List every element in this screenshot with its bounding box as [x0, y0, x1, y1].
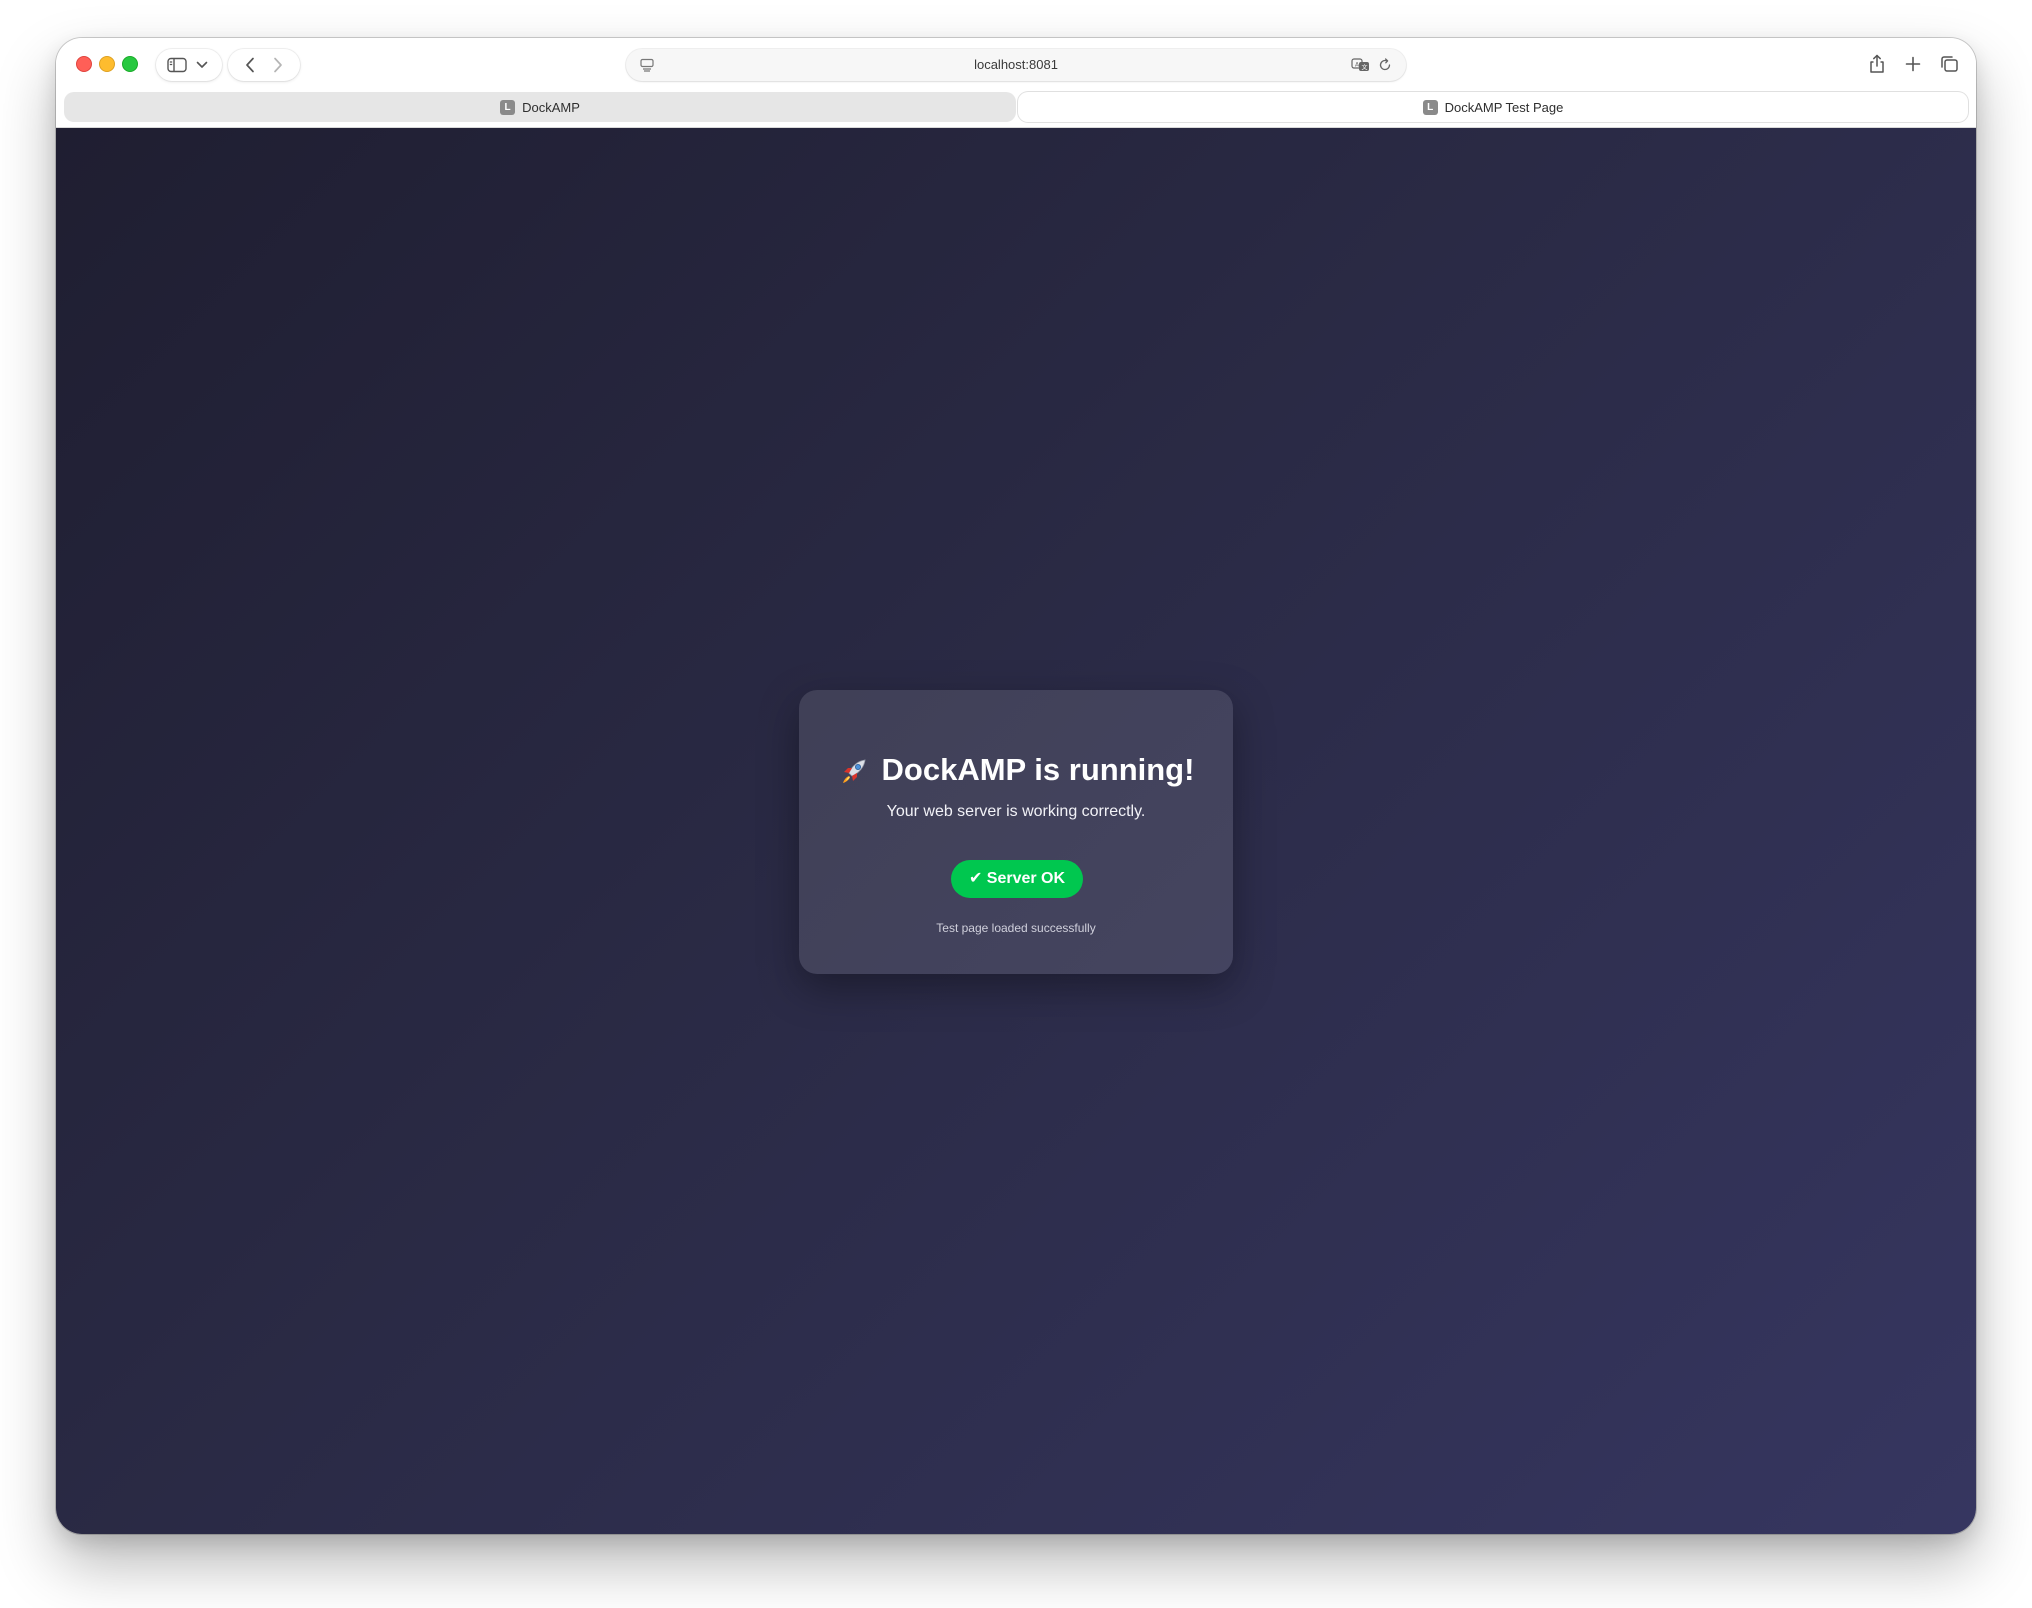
- sidebar-icon[interactable]: [164, 52, 189, 78]
- chevron-down-icon[interactable]: [189, 52, 214, 78]
- page-subtitle: Your web server is working correctly.: [886, 803, 1146, 820]
- favicon-icon: L: [500, 99, 516, 115]
- plus-icon[interactable]: [1900, 51, 1926, 77]
- url-text[interactable]: localhost:8081: [626, 49, 1406, 81]
- close-window-button[interactable]: [76, 56, 92, 72]
- navigation-controls: [228, 49, 300, 81]
- tab-overview-icon[interactable]: [1936, 51, 1962, 77]
- zoom-window-button[interactable]: [122, 56, 138, 72]
- browser-toolbar: localhost:8081 A文: [56, 38, 1976, 90]
- translate-icon[interactable]: A文: [1348, 52, 1374, 78]
- tab-label: DockAMP: [522, 99, 580, 115]
- minimize-window-button[interactable]: [99, 56, 115, 72]
- back-arrow-icon[interactable]: [237, 52, 263, 78]
- browser-window: localhost:8081 A文 L DockAMP L DockAMP Te…: [56, 38, 1976, 1534]
- favicon-icon: L: [1422, 99, 1438, 115]
- load-status-text: Test page loaded successfully: [936, 921, 1096, 935]
- page-content: DockAMP is running! Your web server is w…: [56, 128, 1976, 1534]
- server-status-badge: ✔ Server OK: [951, 860, 1083, 898]
- tab-bar: L DockAMP L DockAMP Test Page: [56, 90, 1976, 128]
- svg-text:文: 文: [1362, 64, 1368, 72]
- tab-dockamp[interactable]: L DockAMP: [64, 92, 1016, 122]
- rocket-icon: [838, 753, 872, 787]
- page-title: DockAMP is running!: [799, 750, 1233, 790]
- status-card: DockAMP is running! Your web server is w…: [799, 690, 1233, 974]
- sidebar-controls: [156, 49, 222, 81]
- tab-label: DockAMP Test Page: [1444, 99, 1564, 115]
- share-icon[interactable]: [1864, 51, 1890, 77]
- forward-arrow-icon[interactable]: [265, 52, 291, 78]
- reload-icon[interactable]: [1372, 52, 1398, 78]
- page-title-text: DockAMP is running!: [881, 752, 1195, 787]
- toolbar-right-tools: [1864, 51, 1962, 77]
- tab-dockamp-test-page[interactable]: L DockAMP Test Page: [1018, 92, 1968, 122]
- address-bar[interactable]: localhost:8081 A文: [626, 49, 1406, 81]
